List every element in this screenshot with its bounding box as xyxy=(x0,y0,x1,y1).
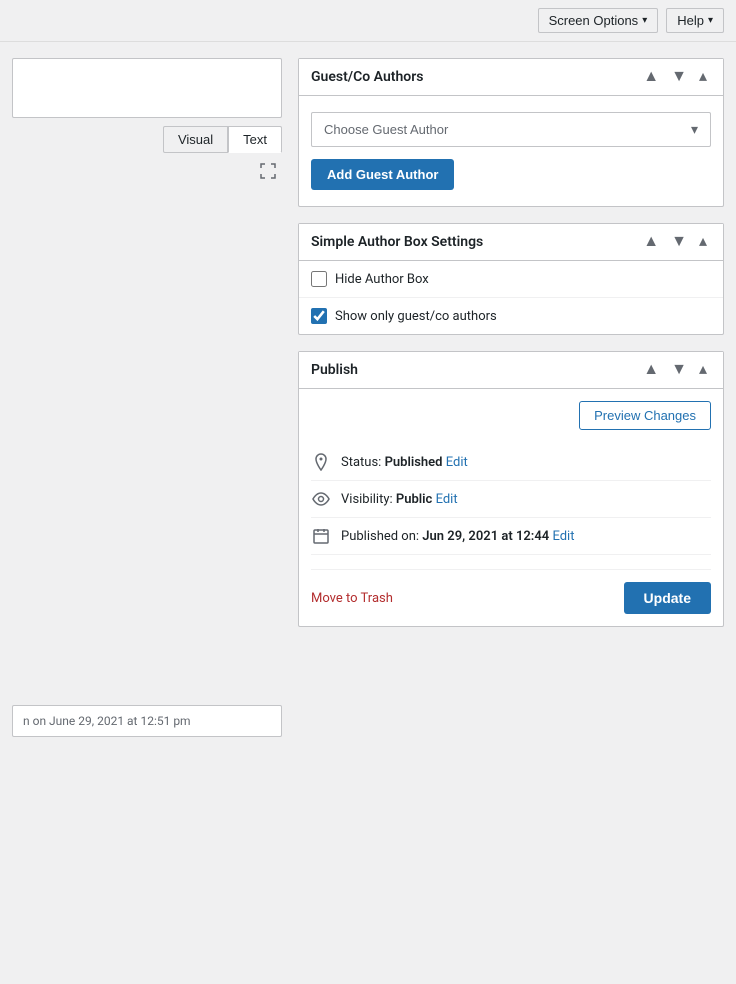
simple-author-box-header: Simple Author Box Settings ▲ ▼ ▴ xyxy=(299,224,723,261)
show-guest-label[interactable]: Show only guest/co authors xyxy=(335,309,497,324)
right-panel: Guest/Co Authors ▲ ▼ ▴ Choose Guest Auth… xyxy=(298,58,724,737)
widget-controls-author: ▲ ▼ ▴ xyxy=(639,232,711,252)
publish-title: Publish xyxy=(311,362,358,378)
status-text: Status: Published Edit xyxy=(341,455,468,470)
choose-guest-author-dropdown[interactable]: Choose Guest Author ▾ xyxy=(311,112,711,147)
preview-changes-button[interactable]: Preview Changes xyxy=(579,401,711,430)
publish-widget-up-icon[interactable]: ▲ xyxy=(639,360,663,380)
author-widget-up-icon[interactable]: ▲ xyxy=(639,232,663,252)
screen-options-chevron-icon: ▾ xyxy=(642,15,647,26)
help-label: Help xyxy=(677,13,704,28)
dropdown-arrow-icon: ▾ xyxy=(691,121,698,138)
guest-widget-collapse-icon[interactable]: ▴ xyxy=(695,67,711,87)
choose-guest-author-placeholder: Choose Guest Author xyxy=(324,122,448,137)
simple-author-box-title: Simple Author Box Settings xyxy=(311,234,483,250)
status-edit-link[interactable]: Edit xyxy=(446,455,468,470)
published-on-text: Published on: Jun 29, 2021 at 12:44 Edit xyxy=(341,529,574,544)
calendar-icon xyxy=(311,526,331,546)
visibility-text: Visibility: Public Edit xyxy=(341,492,458,507)
publish-widget-collapse-icon[interactable]: ▴ xyxy=(695,360,711,380)
help-chevron-icon: ▾ xyxy=(708,15,713,26)
visibility-row: Visibility: Public Edit xyxy=(311,481,711,518)
editor-area xyxy=(12,58,282,118)
guest-widget-up-icon[interactable]: ▲ xyxy=(639,67,663,87)
simple-author-box-widget: Simple Author Box Settings ▲ ▼ ▴ Hide Au… xyxy=(298,223,724,335)
show-guest-checkbox[interactable] xyxy=(311,308,327,324)
show-guest-row: Show only guest/co authors xyxy=(299,298,723,334)
author-widget-down-icon[interactable]: ▼ xyxy=(667,232,691,252)
guest-co-authors-header: Guest/Co Authors ▲ ▼ ▴ xyxy=(299,59,723,96)
update-button[interactable]: Update xyxy=(624,582,711,614)
tab-text[interactable]: Text xyxy=(228,126,282,153)
move-to-trash-link[interactable]: Move to Trash xyxy=(311,591,393,606)
published-on-row: Published on: Jun 29, 2021 at 12:44 Edit xyxy=(311,518,711,555)
screen-options-label: Screen Options xyxy=(549,13,639,28)
publish-widget-down-icon[interactable]: ▼ xyxy=(667,360,691,380)
visibility-edit-link[interactable]: Edit xyxy=(436,492,458,507)
publish-header: Publish ▲ ▼ ▴ xyxy=(299,352,723,389)
screen-options-button[interactable]: Screen Options ▾ xyxy=(538,8,659,33)
widget-controls-guest: ▲ ▼ ▴ xyxy=(639,67,711,87)
publish-actions: Move to Trash Update xyxy=(311,569,711,614)
fullscreen-icon[interactable] xyxy=(254,157,282,185)
guest-widget-down-icon[interactable]: ▼ xyxy=(667,67,691,87)
tab-visual[interactable]: Visual xyxy=(163,126,228,153)
visibility-icon xyxy=(311,489,331,509)
published-info-text: n on June 29, 2021 at 12:51 pm xyxy=(23,714,191,728)
hide-author-box-label[interactable]: Hide Author Box xyxy=(335,272,429,287)
help-button[interactable]: Help ▾ xyxy=(666,8,724,33)
left-panel: Visual Text n on June 29, 2021 at 12:51 … xyxy=(12,58,282,737)
published-on-edit-link[interactable]: Edit xyxy=(552,529,574,544)
author-widget-collapse-icon[interactable]: ▴ xyxy=(695,232,711,252)
published-info: n on June 29, 2021 at 12:51 pm xyxy=(12,705,282,737)
simple-author-box-body: Hide Author Box Show only guest/co autho… xyxy=(299,261,723,334)
main-content: Visual Text n on June 29, 2021 at 12:51 … xyxy=(0,42,736,753)
top-bar: Screen Options ▾ Help ▾ xyxy=(0,0,736,42)
hide-author-box-row: Hide Author Box xyxy=(299,261,723,298)
publish-widget: Publish ▲ ▼ ▴ Preview Changes xyxy=(298,351,724,627)
guest-co-authors-widget: Guest/Co Authors ▲ ▼ ▴ Choose Guest Auth… xyxy=(298,58,724,207)
status-row: Status: Published Edit xyxy=(311,444,711,481)
add-guest-author-button[interactable]: Add Guest Author xyxy=(311,159,454,190)
editor-tabs: Visual Text xyxy=(12,126,282,153)
hide-author-box-checkbox[interactable] xyxy=(311,271,327,287)
widget-controls-publish: ▲ ▼ ▴ xyxy=(639,360,711,380)
status-icon xyxy=(311,452,331,472)
guest-co-authors-title: Guest/Co Authors xyxy=(311,69,423,85)
guest-co-authors-body: Choose Guest Author ▾ Add Guest Author xyxy=(299,96,723,206)
publish-body: Preview Changes Status: Published Edit xyxy=(299,389,723,626)
